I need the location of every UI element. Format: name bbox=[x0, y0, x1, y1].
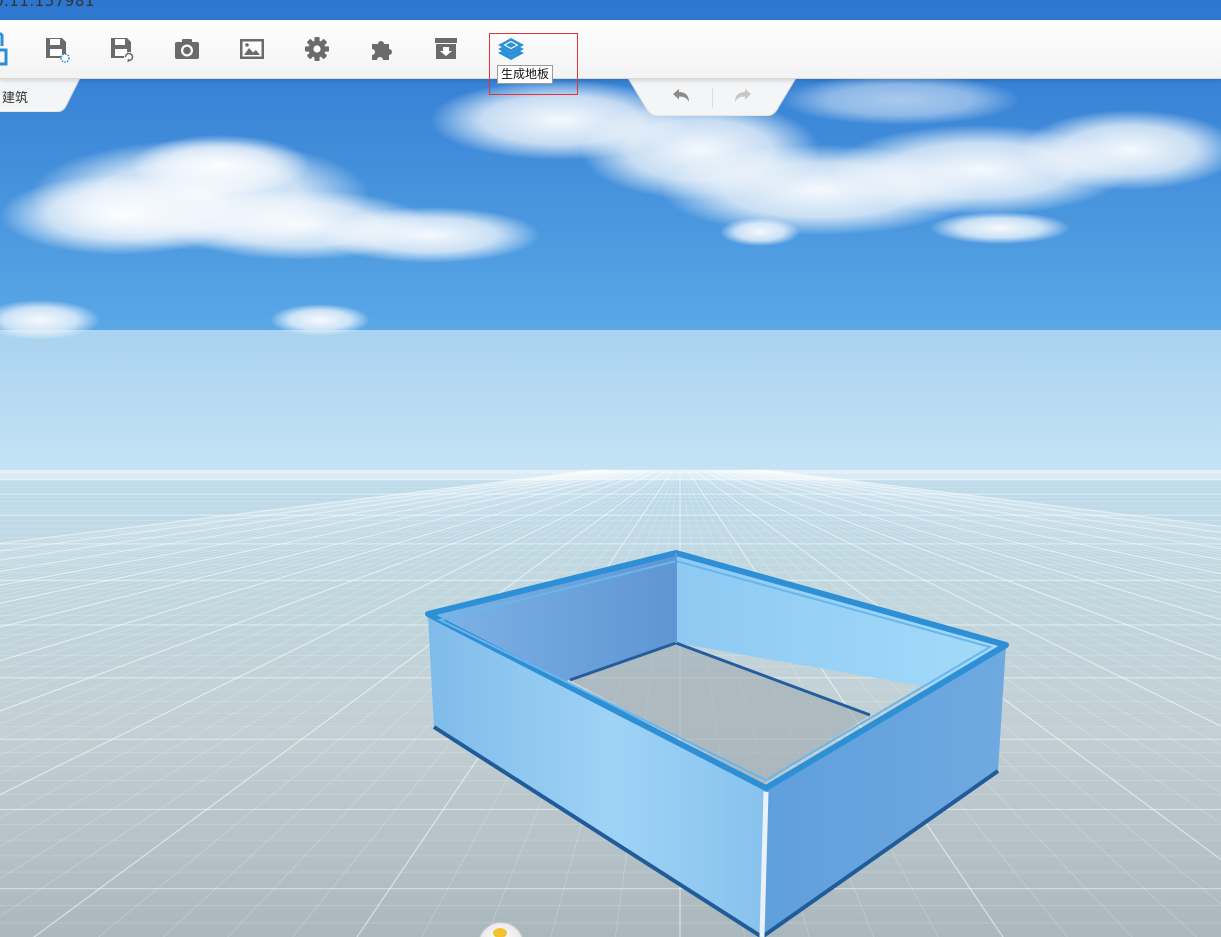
3d-viewport[interactable]: 0.11.157981 生成地板 建筑 bbox=[0, 0, 1221, 937]
version-label: 0.11.157981 bbox=[0, 0, 95, 10]
generate-floor-button[interactable] bbox=[496, 33, 526, 63]
category-tab-building[interactable]: 建筑 bbox=[0, 78, 80, 112]
redo-button[interactable] bbox=[730, 84, 756, 110]
undo-icon bbox=[673, 89, 689, 102]
settings-button[interactable] bbox=[302, 34, 332, 64]
history-divider bbox=[712, 88, 713, 108]
archive-download-icon bbox=[435, 38, 457, 59]
save-as-button[interactable] bbox=[106, 34, 136, 64]
horizon-haze bbox=[0, 330, 1221, 480]
gear-icon bbox=[305, 37, 329, 61]
undo-button[interactable] bbox=[668, 84, 694, 110]
3d-scene[interactable] bbox=[0, 0, 1221, 937]
image-icon bbox=[240, 39, 264, 59]
camera-icon bbox=[175, 39, 199, 59]
generate-floor-tooltip: 生成地板 bbox=[497, 65, 554, 84]
category-tab-label: 建筑 bbox=[2, 91, 29, 106]
logo-icon bbox=[0, 32, 10, 66]
screenshot-button[interactable] bbox=[172, 34, 202, 64]
export-button[interactable] bbox=[431, 34, 461, 64]
top-toolbar bbox=[0, 20, 1221, 79]
puzzle-icon bbox=[372, 41, 392, 60]
redo-icon bbox=[735, 89, 751, 102]
layers-icon bbox=[498, 38, 524, 60]
save-icon bbox=[46, 38, 70, 63]
plugins-button[interactable] bbox=[367, 34, 397, 64]
history-toolbar bbox=[628, 78, 796, 116]
save-as-icon bbox=[111, 38, 134, 63]
render-image-button[interactable] bbox=[237, 34, 267, 64]
save-button[interactable] bbox=[41, 34, 71, 64]
